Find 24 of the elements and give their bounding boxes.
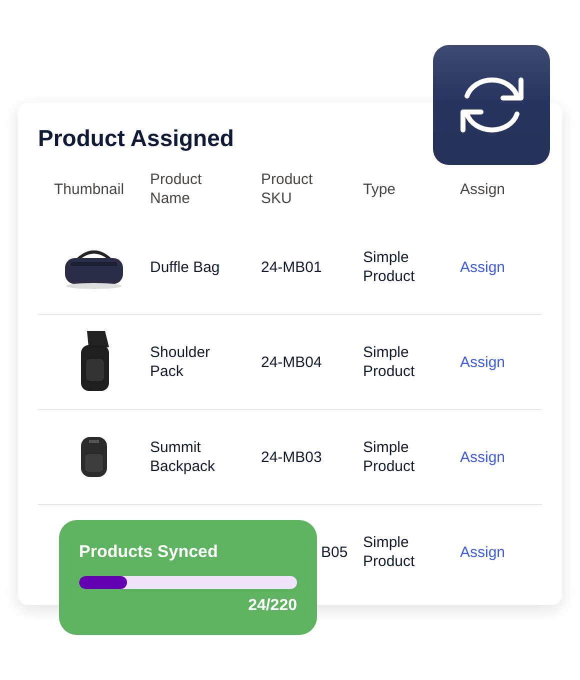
- assign-link[interactable]: Assign: [460, 258, 506, 276]
- assign-link[interactable]: Assign: [460, 352, 506, 372]
- table-cell-text: Simple Product: [363, 343, 416, 381]
- progress-title: Products Synced: [79, 542, 219, 562]
- assign-link[interactable]: Assign: [460, 448, 506, 466]
- table-cell-text: Shoulder Pack: [150, 343, 212, 381]
- assign-link[interactable]: Assign: [460, 542, 506, 562]
- table-cell: B05: [321, 542, 348, 562]
- table-cell-text: Summit Backpack: [150, 438, 216, 476]
- progress-count: 24/220: [247, 597, 297, 615]
- card-title: Product Assigned: [38, 125, 235, 152]
- table-cell-text: Simple Product: [363, 438, 416, 476]
- sync-badge[interactable]: [433, 45, 550, 165]
- table-cell: 24-MB01: [261, 258, 322, 276]
- table-cell: 24-MB04: [261, 352, 322, 372]
- table-cell-text: Simple Product: [363, 533, 416, 571]
- table-cell: Duffle Bag: [150, 258, 220, 276]
- table-cell-text: Simple Product: [363, 248, 416, 286]
- column-header: Thumbnail: [53, 180, 126, 200]
- column-header: Assign: [460, 180, 506, 200]
- table-cell: 24-MB03: [261, 448, 322, 466]
- column-header: Product SKU: [261, 170, 314, 209]
- column-header: Product Name: [150, 170, 203, 209]
- column-header: Type: [363, 180, 397, 200]
